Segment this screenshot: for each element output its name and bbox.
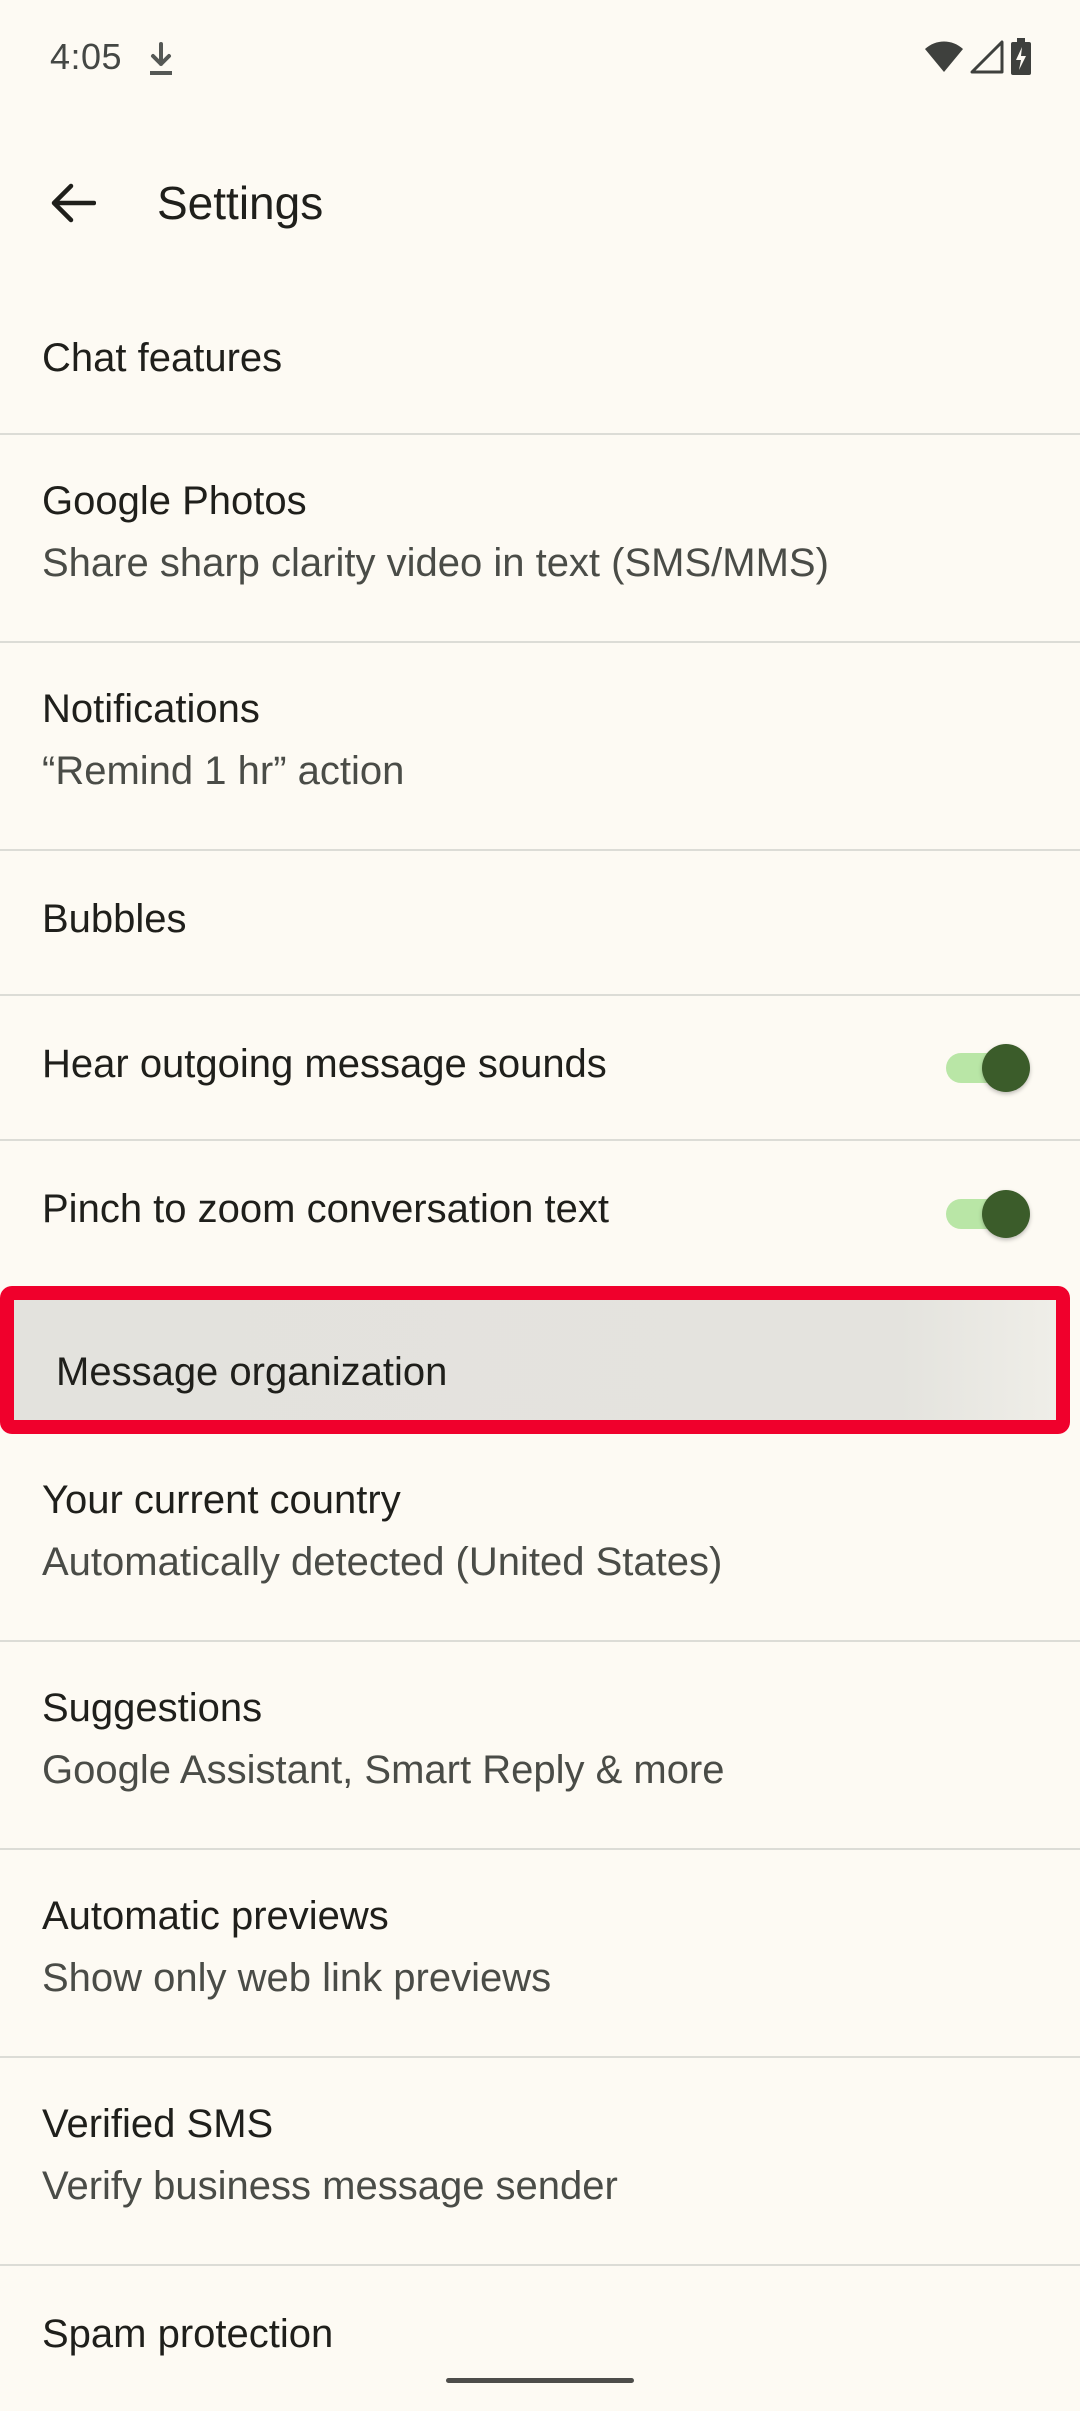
setting-title: Automatic previews	[42, 1894, 389, 1938]
back-button[interactable]	[30, 162, 116, 248]
settings-list: Chat features Google Photos Share sharp …	[0, 290, 1080, 2411]
setting-title: Spam protection	[42, 2312, 334, 2356]
setting-title: Bubbles	[42, 897, 187, 941]
setting-title: Chat features	[42, 336, 283, 380]
setting-subtitle: Verify business message sender	[42, 2164, 618, 2208]
page-title: Settings	[157, 177, 324, 229]
arrow-back-icon	[50, 183, 97, 228]
pinch-zoom-toggle[interactable]	[946, 1189, 1030, 1238]
setting-subtitle: Share sharp clarity video in text (SMS/M…	[42, 541, 829, 585]
setting-suggestions[interactable]: Suggestions Google Assistant, Smart Repl…	[0, 1642, 1080, 1850]
setting-message-organization[interactable]: Message organization	[0, 1286, 1070, 1434]
setting-title: Your current country	[42, 1478, 401, 1522]
status-bar: 4:05	[0, 0, 1080, 120]
setting-title: Pinch to zoom conversation text	[42, 1187, 609, 1231]
battery-charging-icon	[1010, 37, 1032, 81]
setting-notifications[interactable]: Notifications “Remind 1 hr” action	[0, 643, 1080, 851]
setting-verified-sms[interactable]: Verified SMS Verify business message sen…	[0, 2058, 1080, 2266]
setting-outgoing-sounds[interactable]: Hear outgoing message sounds	[0, 996, 1080, 1141]
setting-title: Suggestions	[42, 1686, 263, 1730]
wifi-icon	[924, 40, 964, 79]
setting-subtitle: “Remind 1 hr” action	[42, 749, 405, 793]
setting-current-country[interactable]: Your current country Automatically detec…	[0, 1434, 1080, 1642]
toggle-thumb	[982, 1043, 1030, 1092]
setting-google-photos[interactable]: Google Photos Share sharp clarity video …	[0, 435, 1080, 643]
download-icon	[144, 40, 178, 80]
setting-subtitle: Show only web link previews	[42, 1956, 552, 2000]
outgoing-sounds-toggle[interactable]	[946, 1043, 1030, 1092]
setting-spam-protection[interactable]: Spam protection	[0, 2266, 1080, 2411]
setting-subtitle: Google Assistant, Smart Reply & more	[42, 1748, 725, 1792]
setting-title: Verified SMS	[42, 2102, 274, 2146]
setting-pinch-to-zoom[interactable]: Pinch to zoom conversation text	[0, 1141, 1080, 1286]
setting-title: Message organization	[56, 1350, 448, 1394]
setting-message-organization-row: Message organization	[0, 1286, 1080, 1434]
top-app-bar: Settings	[0, 140, 1080, 266]
cell-signal-icon	[970, 40, 1004, 79]
setting-title: Hear outgoing message sounds	[42, 1042, 607, 1086]
setting-bubbles[interactable]: Bubbles	[0, 851, 1080, 996]
setting-subtitle: Automatically detected (United States)	[42, 1540, 723, 1584]
toggle-thumb	[982, 1189, 1030, 1238]
gesture-nav-handle[interactable]	[446, 2378, 634, 2383]
setting-title: Google Photos	[42, 479, 307, 523]
setting-title: Notifications	[42, 687, 260, 731]
status-icons	[924, 37, 1032, 81]
setting-automatic-previews[interactable]: Automatic previews Show only web link pr…	[0, 1850, 1080, 2058]
status-time: 4:05	[50, 36, 123, 77]
setting-chat-features[interactable]: Chat features	[0, 290, 1080, 435]
